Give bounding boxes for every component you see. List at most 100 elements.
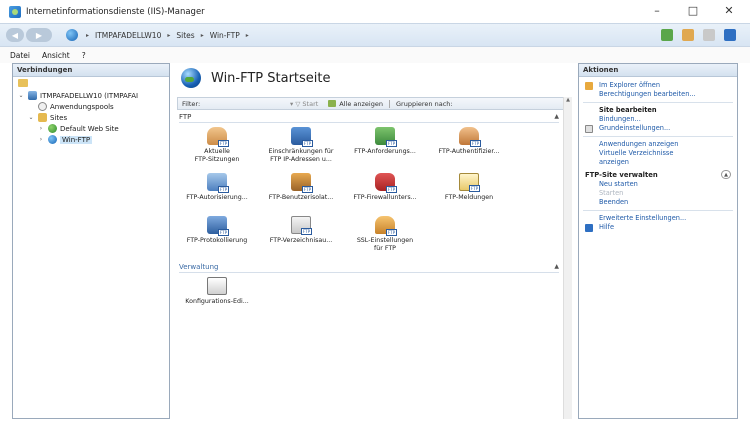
connections-toolbar [13, 77, 169, 90]
window-title: Internetinformationsdienste (IIS)-Manage… [26, 6, 205, 17]
maximize-button[interactable]: □ [686, 4, 700, 17]
settings-icon [585, 125, 593, 133]
edit-permissions-link[interactable]: Berechtigungen bearbeiten... [579, 90, 737, 99]
collapse-arrow-icon[interactable]: › [37, 125, 45, 132]
feature-ftp-directory-browsing[interactable]: FTP FTP-Verzeichnisau... [259, 216, 343, 245]
collapse-icon[interactable]: ▲ [554, 113, 559, 120]
address-toolbar [661, 29, 736, 41]
directory-browsing-icon: FTP [291, 216, 312, 235]
edit-site-heading: Site bearbeiten [599, 106, 657, 114]
logging-icon: FTP [207, 216, 229, 236]
expand-arrow-icon[interactable]: ⌄ [17, 92, 25, 99]
messages-icon: FTP [459, 173, 480, 192]
ssl-lock-icon: FTP [375, 216, 397, 236]
title-bar: Internetinformationsdienste (IIS)-Manage… [0, 0, 750, 23]
help-link[interactable]: Hilfe [579, 223, 737, 232]
help-icon [585, 224, 593, 232]
sites-folder-icon [38, 113, 47, 122]
explore-link[interactable]: Im Explorer öffnen [579, 81, 737, 90]
request-filtering-icon: FTP [375, 127, 397, 147]
ip-restrictions-icon: FTP [291, 127, 313, 147]
collapse-icon[interactable]: ▲ [721, 170, 731, 179]
filter-start-button[interactable]: ▾ ▽ Start [290, 100, 318, 108]
breadcrumb-site[interactable]: Win-FTP [210, 31, 240, 40]
back-button[interactable]: ◀ [6, 28, 24, 42]
mail-icon[interactable] [682, 29, 694, 41]
feature-ftp-firewall[interactable]: FTP FTP-Firewallunters... [343, 173, 427, 202]
user-isolation-icon: FTP [291, 173, 313, 193]
breadcrumb-server[interactable]: ITMPAFADELLW10 [95, 31, 161, 40]
actions-header: Aktionen [579, 64, 737, 77]
feature-configuration-editor[interactable]: Konfigurations-Edi... [175, 277, 259, 306]
group-header-ftp[interactable]: FTP ▲ [179, 113, 559, 123]
feature-ftp-logging[interactable]: FTP FTP-Protokollierung [175, 216, 259, 245]
manage-ftp-site-heading[interactable]: FTP-Site verwalten ▲ [579, 167, 737, 180]
sessions-icon: FTP [207, 127, 229, 147]
close-button[interactable]: ✕ [722, 4, 736, 17]
tree-item-win-ftp[interactable]: › Win-FTP [17, 134, 169, 145]
favorites-icon[interactable] [703, 29, 715, 41]
tree-item-server[interactable]: ⌄ ITMPAFADELLW10 (ITMPAFAI [17, 90, 169, 101]
connect-folder-icon[interactable] [18, 79, 28, 87]
actions-pane: Aktionen Im Explorer öffnen Berechtigung… [578, 63, 738, 419]
menu-help[interactable]: ? [82, 51, 86, 60]
home-header: Win-FTP Startseite [175, 63, 572, 93]
connections-header: Verbindungen [13, 64, 169, 77]
feature-ftp-ssl-settings[interactable]: FTP SSL-Einstellungen für FTP [343, 216, 427, 253]
feature-ftp-sessions[interactable]: FTP Aktuelle FTP-Sitzungen [175, 127, 259, 164]
view-virtual-dirs-link[interactable]: Virtuelle Verzeichnisse [579, 149, 737, 158]
ftp-site-icon [48, 135, 57, 144]
stop-link[interactable]: Beenden [579, 198, 737, 207]
connections-pane: Verbindungen ⌄ ITMPAFADELLW10 (ITMPAFAI … [12, 63, 170, 419]
feature-ftp-authentication[interactable]: FTP FTP-Authentifizier... [427, 127, 511, 156]
configuration-editor-icon [207, 277, 227, 295]
authentication-icon: FTP [459, 127, 481, 147]
show-all-icon [328, 100, 337, 107]
page-title: Win-FTP Startseite [211, 70, 331, 86]
bindings-link[interactable]: Bindungen... [579, 115, 737, 124]
vertical-scrollbar[interactable]: ▲ [563, 97, 572, 419]
menu-view[interactable]: Ansicht [42, 51, 70, 60]
restart-link[interactable]: Neu starten [579, 180, 737, 189]
website-icon [48, 124, 57, 133]
app-pool-icon [38, 102, 47, 111]
feature-ftp-authorization[interactable]: FTP FTP-Autorisierung... [175, 173, 259, 202]
minimize-button[interactable]: – [650, 4, 664, 17]
breadcrumb-sites[interactable]: Sites [176, 31, 194, 40]
connections-tree: ⌄ ITMPAFADELLW10 (ITMPAFAI Anwendungspoo… [13, 90, 169, 145]
feature-ftp-user-isolation[interactable]: FTP FTP-Benutzerisolat... [259, 173, 343, 202]
tree-item-app-pools[interactable]: Anwendungspools [17, 101, 169, 112]
expand-arrow-icon[interactable]: ⌄ [27, 114, 35, 121]
show-all-button[interactable]: Alle anzeigen [328, 100, 383, 108]
iis-manager-icon [9, 5, 21, 18]
menu-file[interactable]: Datei [10, 51, 30, 60]
forward-button[interactable]: ▶ [26, 28, 52, 42]
tree-item-default-site[interactable]: › Default Web Site [17, 123, 169, 134]
feature-ftp-ip-restrictions[interactable]: FTP Einschränkungen für FTP IP-Adressen … [259, 127, 343, 164]
explore-folder-icon [585, 82, 593, 90]
basic-settings-link[interactable]: Grundeinstellungen... [579, 124, 737, 133]
feature-ftp-request-filtering[interactable]: FTP FTP-Anforderungs... [343, 127, 427, 156]
feature-ftp-messages[interactable]: FTP FTP-Meldungen [427, 173, 511, 202]
scroll-up-icon[interactable]: ▲ [564, 97, 572, 103]
help-icon[interactable] [724, 29, 736, 41]
authorization-icon: FTP [207, 173, 229, 193]
tree-item-sites[interactable]: ⌄ Sites [17, 112, 169, 123]
address-bar: ◀ ▶ ▸ ITMPAFADELLW10 ▸ Sites ▸ Win-FTP ▸ [0, 23, 750, 47]
window-controls: – □ ✕ [650, 4, 736, 17]
menu-bar: Datei Ansicht ? [0, 47, 750, 63]
view-applications-link[interactable]: Anwendungen anzeigen [579, 140, 737, 149]
group-header-administration[interactable]: Verwaltung ▲ [179, 263, 559, 273]
collapse-arrow-icon[interactable]: › [37, 136, 45, 143]
collapse-icon[interactable]: ▲ [554, 263, 559, 270]
network-icon[interactable] [661, 29, 673, 41]
view-virtual-dirs-link-cont[interactable]: anzeigen [579, 158, 737, 167]
start-link: Starten [599, 189, 624, 197]
features-view: Win-FTP Startseite Filter: ▾ ▽ Start All… [175, 63, 572, 419]
group-by-dropdown[interactable]: Gruppieren nach: [389, 99, 453, 108]
advanced-settings-link[interactable]: Erweiterte Einstellungen... [579, 214, 737, 223]
filter-bar: Filter: ▾ ▽ Start Alle anzeigen Gruppier… [177, 97, 568, 110]
filter-input[interactable]: Filter: [178, 100, 268, 108]
ftp-site-globe-icon [181, 68, 201, 88]
firewall-icon: FTP [375, 173, 397, 193]
